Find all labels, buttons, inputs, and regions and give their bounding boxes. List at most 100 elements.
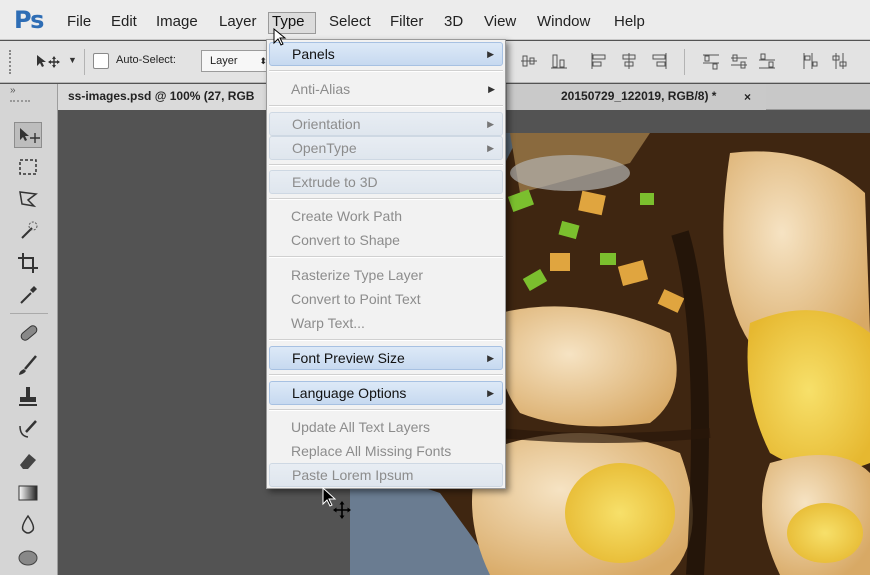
sponge-tool[interactable] bbox=[14, 544, 42, 570]
separator bbox=[684, 49, 685, 75]
move-icon bbox=[37, 55, 60, 68]
menu-item-panels[interactable]: Panels ▶ bbox=[269, 42, 503, 66]
toolbar bbox=[6, 108, 52, 575]
menu-item-orientation[interactable]: Orientation ▶ bbox=[269, 112, 503, 136]
menu-item-extrude-to-3d[interactable]: Extrude to 3D bbox=[269, 170, 503, 194]
align-bottom-edges-icon[interactable] bbox=[550, 51, 568, 71]
document-tab-ss-images[interactable]: ss-images.psd @ 100% (27, RGB bbox=[58, 84, 268, 110]
type-menu-dropdown: Panels ▶ Anti-Alias ▶ Orientation ▶ Open… bbox=[266, 39, 506, 489]
marquee-tool[interactable] bbox=[14, 154, 42, 180]
lasso-tool[interactable] bbox=[14, 186, 42, 212]
menu-item-font-preview-size[interactable]: Font Preview Size ▶ bbox=[269, 346, 503, 370]
marquee-icon bbox=[19, 159, 37, 175]
lasso-icon bbox=[19, 191, 38, 208]
menu-item-convert-to-shape[interactable]: Convert to Shape bbox=[269, 228, 503, 252]
magic-wand-icon bbox=[21, 221, 38, 239]
menu-filter[interactable]: Filter bbox=[387, 12, 426, 34]
menu-select[interactable]: Select bbox=[326, 12, 374, 34]
options-bar-grip[interactable] bbox=[9, 50, 13, 74]
sponge-icon bbox=[18, 550, 38, 566]
distribute-horizontal-centers-icon[interactable] bbox=[830, 51, 848, 71]
document-tab-photo[interactable]: 20150729_122019, RGB/8) * bbox=[506, 84, 766, 110]
photoshop-window: Ps File Edit Image Layer Type Select Fil… bbox=[0, 0, 870, 575]
menu-separator bbox=[269, 256, 503, 258]
distribute-vertical-centers-icon[interactable] bbox=[730, 51, 748, 71]
menu-file[interactable]: File bbox=[64, 12, 94, 34]
menu-layer[interactable]: Layer bbox=[216, 12, 260, 34]
menu-bar: Ps File Edit Image Layer Type Select Fil… bbox=[0, 0, 870, 40]
menu-view[interactable]: View bbox=[481, 12, 519, 34]
history-brush-tool[interactable] bbox=[14, 416, 42, 442]
menu-edit[interactable]: Edit bbox=[108, 12, 140, 34]
close-icon[interactable]: × bbox=[744, 90, 751, 104]
menu-item-paste-lorem-ipsum[interactable]: Paste Lorem Ipsum bbox=[269, 463, 503, 487]
chevron-down-icon[interactable]: ▼ bbox=[68, 55, 77, 65]
menu-separator bbox=[269, 339, 503, 341]
align-vertical-centers-icon[interactable] bbox=[520, 51, 538, 71]
menu-item-label: Anti-Alias bbox=[291, 81, 351, 97]
tool-preset-picker[interactable] bbox=[34, 53, 64, 72]
menu-item-replace-all-missing-fonts[interactable]: Replace All Missing Fonts bbox=[269, 439, 503, 463]
submenu-arrow-icon: ▶ bbox=[487, 119, 494, 129]
healing-brush-tool[interactable] bbox=[14, 320, 42, 346]
distribute-bottom-edges-icon[interactable] bbox=[758, 51, 776, 71]
menu-separator bbox=[269, 409, 503, 411]
separator bbox=[84, 49, 85, 75]
magic-wand-tool[interactable] bbox=[14, 218, 42, 244]
menu-separator bbox=[269, 105, 503, 107]
menu-item-label: OpenType bbox=[292, 140, 357, 156]
move-cursor-icon bbox=[322, 486, 351, 519]
menu-item-opentype[interactable]: OpenType ▶ bbox=[269, 136, 503, 160]
collapse-panel-icon[interactable]: » bbox=[10, 85, 16, 96]
align-right-edges-icon[interactable] bbox=[650, 51, 668, 71]
menu-3d[interactable]: 3D bbox=[441, 12, 466, 34]
menu-item-warp-text[interactable]: Warp Text... bbox=[269, 311, 503, 335]
crop-tool[interactable] bbox=[14, 250, 42, 276]
auto-select-target-dropdown[interactable]: Layer ⬍ bbox=[201, 50, 271, 72]
gradient-icon bbox=[18, 485, 38, 501]
distribute-left-edges-icon[interactable] bbox=[800, 51, 818, 71]
auto-select-checkbox[interactable] bbox=[93, 53, 109, 69]
photoshop-logo: Ps bbox=[14, 6, 44, 34]
menu-separator bbox=[269, 374, 503, 376]
menu-image[interactable]: Image bbox=[153, 12, 201, 34]
menu-item-update-all-text-layers[interactable]: Update All Text Layers bbox=[269, 415, 503, 439]
submenu-arrow-icon: ▶ bbox=[487, 353, 494, 363]
align-horizontal-centers-icon[interactable] bbox=[620, 51, 638, 71]
brush-icon bbox=[19, 355, 37, 375]
toolbar-divider bbox=[10, 313, 48, 314]
auto-select-label: Auto-Select: bbox=[116, 54, 176, 66]
menu-item-rasterize-type-layer[interactable]: Rasterize Type Layer bbox=[269, 263, 503, 287]
panel-grip[interactable] bbox=[10, 100, 30, 102]
eyedropper-tool[interactable] bbox=[14, 282, 42, 308]
clone-stamp-icon bbox=[19, 387, 37, 406]
align-left-edges-icon[interactable] bbox=[590, 51, 608, 71]
clone-stamp-tool[interactable] bbox=[14, 384, 42, 410]
distribute-top-edges-icon[interactable] bbox=[702, 51, 720, 71]
menu-item-anti-alias[interactable]: Anti-Alias ▶ bbox=[269, 77, 503, 101]
menu-item-label: Font Preview Size bbox=[292, 350, 405, 366]
menu-item-language-options[interactable]: Language Options ▶ bbox=[269, 381, 503, 405]
eyedropper-icon bbox=[20, 286, 37, 304]
menu-separator bbox=[269, 164, 503, 166]
menu-item-create-work-path[interactable]: Create Work Path bbox=[269, 204, 503, 228]
history-brush-icon bbox=[19, 420, 37, 438]
move-tool[interactable] bbox=[14, 122, 42, 148]
menu-item-convert-to-point-text[interactable]: Convert to Point Text bbox=[269, 287, 503, 311]
crop-icon bbox=[18, 253, 38, 273]
menu-help[interactable]: Help bbox=[611, 12, 648, 34]
mouse-pointer-icon bbox=[273, 28, 287, 46]
submenu-arrow-icon: ▶ bbox=[487, 49, 494, 59]
blur-tool[interactable] bbox=[14, 512, 42, 538]
brush-tool[interactable] bbox=[14, 352, 42, 378]
submenu-arrow-icon: ▶ bbox=[488, 84, 495, 94]
submenu-arrow-icon: ▶ bbox=[487, 143, 494, 153]
eraser-tool[interactable] bbox=[14, 448, 42, 474]
menu-separator bbox=[269, 198, 503, 200]
gradient-tool[interactable] bbox=[14, 480, 42, 506]
menu-item-label: Orientation bbox=[292, 116, 361, 132]
auto-select-target-value: Layer bbox=[210, 55, 238, 67]
menu-window[interactable]: Window bbox=[534, 12, 593, 34]
menu-separator bbox=[269, 70, 503, 72]
menu-item-label: Panels bbox=[292, 46, 335, 62]
